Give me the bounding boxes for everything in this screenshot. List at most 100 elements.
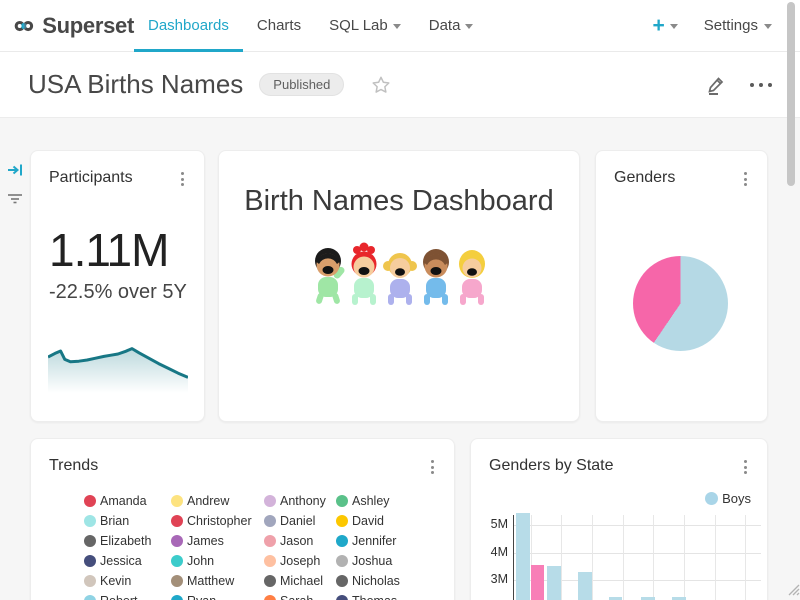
genders-by-state-card: Genders by State Boys 5M4M3M: [470, 438, 768, 600]
legend-item[interactable]: Christopher: [171, 511, 264, 531]
filter-icon[interactable]: [0, 184, 30, 212]
chart-menu-icon[interactable]: [738, 457, 753, 477]
genders-pie: [633, 256, 728, 351]
legend-dot: [84, 555, 96, 567]
legend-item[interactable]: Elizabeth: [84, 531, 171, 551]
legend-item[interactable]: Anthony: [264, 491, 336, 511]
legend-label: Ashley: [352, 494, 390, 508]
legend-dot: [171, 595, 183, 600]
legend-item[interactable]: Ryan: [171, 591, 264, 600]
legend-label: Michael: [280, 574, 323, 588]
legend-dot: [264, 535, 276, 547]
legend-label: Matthew: [187, 574, 234, 588]
legend-dot: [84, 595, 96, 600]
markdown-heading: Birth Names Dashboard: [219, 185, 579, 218]
legend-label: Elizabeth: [100, 534, 151, 548]
legend-item[interactable]: Joseph: [264, 551, 336, 571]
card-resize-handle[interactable]: [785, 581, 800, 596]
chevron-down-icon: [764, 24, 772, 29]
legend-label: Andrew: [187, 494, 229, 508]
filter-bar-collapsed: [0, 118, 30, 600]
legend-item[interactable]: Ashley: [336, 491, 454, 511]
settings-menu[interactable]: Settings: [704, 17, 772, 34]
legend-dot: [171, 555, 183, 567]
chevron-down-icon: [393, 24, 401, 29]
legend-item[interactable]: Jessica: [84, 551, 171, 571]
published-badge[interactable]: Published: [259, 73, 344, 96]
edit-pencil-icon[interactable]: [704, 73, 728, 97]
legend-dot: [171, 575, 183, 587]
navbar-right: + Settings: [653, 15, 800, 36]
new-item-button[interactable]: +: [653, 15, 678, 36]
legend-label: Sarah: [280, 594, 313, 600]
legend-item[interactable]: Jason: [264, 531, 336, 551]
legend-dot: [336, 555, 348, 567]
expand-filter-bar-icon[interactable]: [0, 156, 30, 184]
legend-item[interactable]: Jennifer: [336, 531, 454, 551]
bar: [531, 565, 545, 600]
legend-item[interactable]: Thomas: [336, 591, 454, 600]
legend-item[interactable]: Robert: [84, 591, 171, 600]
legend-dot: [264, 515, 276, 527]
legend-dot: [171, 515, 183, 527]
legend-dot: [336, 535, 348, 547]
legend-dot: [171, 495, 183, 507]
vertical-scrollbar-thumb[interactable]: [787, 2, 795, 186]
dashboard-title: USA Births Names: [28, 69, 243, 100]
legend-item[interactable]: Matthew: [171, 571, 264, 591]
legend-item[interactable]: Joshua: [336, 551, 454, 571]
legend-label: Daniel: [280, 514, 315, 528]
legend-item[interactable]: David: [336, 511, 454, 531]
legend-item[interactable]: Sarah: [264, 591, 336, 600]
chart-title: Trends: [49, 457, 98, 475]
nav-charts[interactable]: Charts: [243, 0, 315, 52]
legend-label: Boys: [722, 491, 751, 506]
nav-dashboards[interactable]: Dashboards: [134, 0, 243, 52]
chevron-down-icon: [465, 24, 473, 29]
nav-data[interactable]: Data: [415, 0, 488, 52]
trends-legend: Amanda Andrew Anthony Ashley BrianChristophe…: [84, 491, 454, 600]
big-number-value: 1.11M: [49, 223, 168, 277]
chart-menu-icon[interactable]: [425, 457, 440, 477]
bar: [516, 513, 530, 600]
legend-dot: [336, 575, 348, 587]
genders-card: Genders: [595, 150, 768, 422]
legend-item-boys[interactable]: Boys: [705, 491, 751, 506]
legend-dot: [705, 492, 718, 505]
y-axis-tick: 4M: [471, 545, 508, 559]
legend-item[interactable]: Daniel: [264, 511, 336, 531]
nav-data-label: Data: [429, 17, 461, 34]
legend-item[interactable]: Nicholas: [336, 571, 454, 591]
legend-label: Anthony: [280, 494, 326, 508]
chart-menu-icon[interactable]: [738, 169, 753, 189]
nav-sql-lab-label: SQL Lab: [329, 17, 388, 34]
legend-item[interactable]: John: [171, 551, 264, 571]
legend-label: David: [352, 514, 384, 528]
markdown-card: Birth Names Dashboard: [218, 150, 580, 422]
nav-sql-lab[interactable]: SQL Lab: [315, 0, 415, 52]
legend-item[interactable]: James: [171, 531, 264, 551]
legend-item[interactable]: Kevin: [84, 571, 171, 591]
chart-title: Participants: [49, 169, 133, 187]
chart-menu-icon[interactable]: [175, 169, 190, 189]
legend-dot: [264, 575, 276, 587]
legend-item[interactable]: Andrew: [171, 491, 264, 511]
participants-card: Participants 1.11M -22.5% over 5Y: [30, 150, 205, 422]
dashboard-actions: [704, 73, 776, 97]
favorite-star-icon[interactable]: [370, 74, 392, 96]
children-illustration: [309, 240, 489, 312]
dashboard-header: USA Births Names Published: [0, 52, 800, 118]
legend-dot: [336, 515, 348, 527]
navbar: Superset Dashboards Charts SQL Lab Data …: [0, 0, 800, 52]
legend-dot: [84, 495, 96, 507]
legend-dot: [84, 535, 96, 547]
legend-dot: [171, 535, 183, 547]
superset-logo[interactable]: Superset: [0, 12, 134, 40]
legend-item[interactable]: Brian: [84, 511, 171, 531]
more-actions-icon[interactable]: [746, 79, 776, 91]
big-number-subheader: -22.5% over 5Y: [49, 281, 187, 304]
plus-icon: +: [653, 15, 665, 36]
legend-item[interactable]: Amanda: [84, 491, 171, 511]
legend-label: Ryan: [187, 594, 216, 600]
legend-item[interactable]: Michael: [264, 571, 336, 591]
